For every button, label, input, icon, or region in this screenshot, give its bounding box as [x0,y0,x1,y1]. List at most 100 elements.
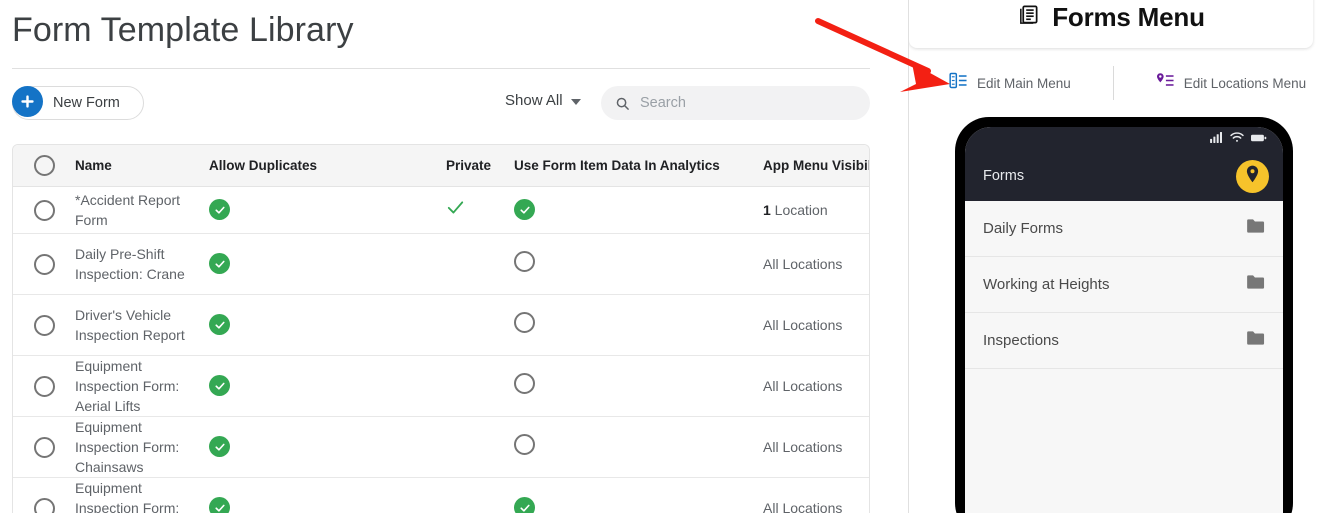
analytics-toggle[interactable] [514,312,535,333]
cell-allow-duplicates [209,497,446,513]
analytics-toggle[interactable] [514,199,535,221]
column-header-allow-duplicates[interactable]: Allow Duplicates [209,158,446,173]
show-all-filter[interactable]: Show All [505,92,581,109]
allow-duplicates-toggle[interactable] [209,497,230,513]
right-panel: Forms Menu Edit Main Menu Edit Locations… [909,0,1319,513]
cell-app-menu-visibility: All Locations [763,378,843,394]
allow-duplicates-toggle[interactable] [209,199,230,221]
row-select-checkbox[interactable] [33,436,55,458]
table-row[interactable]: Equipment Inspection Form: Chainsaws All … [13,417,869,478]
cell-analytics [514,434,763,460]
cell-allow-duplicates [209,199,446,221]
show-all-label: Show All [505,92,563,109]
column-header-analytics[interactable]: Use Form Item Data In Analytics [514,158,763,173]
cell-app-menu-visibility: All Locations [763,439,843,455]
select-all-cell[interactable] [13,155,75,176]
phone-menu-item[interactable]: Daily Forms [965,201,1283,257]
signal-icon [1210,130,1223,148]
search-box[interactable] [601,86,870,120]
row-select-checkbox[interactable] [33,497,55,513]
cell-name: Equipment Inspection Form: Aerial Lifts [75,358,180,414]
phone-location-button[interactable] [1236,159,1269,193]
phone-menu-item-label: Working at Heights [983,276,1110,293]
cell-app-menu-visibility: All Locations [763,317,843,333]
table-body: *Accident Report Form 1 Location Daily Pre… [13,187,869,513]
edit-main-menu-label: Edit Main Menu [977,75,1071,91]
location-list-icon [1156,72,1175,94]
folder-icon [1246,218,1265,239]
table-row[interactable]: *Accident Report Form 1 Location [13,187,869,234]
phone-app-title: Forms [983,168,1025,184]
allow-duplicates-toggle[interactable] [209,253,230,275]
cell-app-menu-visibility: All Locations [763,256,843,272]
screenshot-root: Form Template Library New Form Show All [0,0,1319,513]
edit-main-menu-button[interactable]: Edit Main Menu [949,72,1071,94]
menu-edit-actions: Edit Main Menu Edit Locations Menu [909,60,1319,106]
edit-actions-separator [1112,66,1114,100]
cell-name: Daily Pre-Shift Inspection: Crane [75,246,185,282]
row-select-cell[interactable] [13,253,75,275]
analytics-toggle[interactable] [514,251,535,272]
row-select-cell[interactable] [13,314,75,336]
forms-table: Name Allow Duplicates Private Use Form I… [12,144,870,513]
row-select-cell[interactable] [13,436,75,458]
phone-menu-item-label: Inspections [983,332,1059,349]
table-row[interactable]: Equipment Inspection Form: Excavator All … [13,478,869,513]
table-row[interactable]: Driver's Vehicle Inspection Report All Lo… [13,295,869,356]
edit-locations-menu-label: Edit Locations Menu [1183,75,1307,91]
cell-allow-duplicates [209,314,446,336]
column-header-name[interactable]: Name [75,158,209,173]
edit-locations-menu-button[interactable]: Edit Locations Menu [1156,72,1306,94]
row-select-checkbox[interactable] [33,375,55,397]
toolbar: New Form Show All [0,84,908,124]
allow-duplicates-toggle[interactable] [209,314,230,336]
cell-allow-duplicates [209,253,446,275]
row-select-cell[interactable] [13,375,75,397]
row-select-cell[interactable] [13,199,75,221]
location-pin-icon [1245,165,1260,188]
cell-private [446,198,514,222]
chevron-down-icon [570,98,581,105]
cell-allow-duplicates [209,375,446,397]
page-title: Form Template Library [12,11,354,49]
phone-app-bar: Forms [965,151,1283,201]
cell-analytics [514,373,763,399]
cell-analytics [514,251,763,277]
forms-menu-card: Forms Menu [909,0,1313,48]
phone-menu-item[interactable]: Working at Heights [965,257,1283,313]
new-form-label: New Form [53,95,120,111]
analytics-toggle[interactable] [514,497,535,513]
cell-app-menu-visibility: 1 Location [763,202,828,218]
phone-screen: Forms Daily Forms Working at Heights Inspe… [965,127,1283,513]
table-row[interactable]: Equipment Inspection Form: Aerial Lifts A… [13,356,869,417]
row-select-checkbox[interactable] [33,199,55,221]
cell-name: Equipment Inspection Form: Excavator [75,480,180,513]
analytics-toggle[interactable] [514,434,535,455]
table-row[interactable]: Daily Pre-Shift Inspection: Crane All Loc… [13,234,869,295]
row-select-checkbox[interactable] [33,253,55,275]
cell-name: Equipment Inspection Form: Chainsaws [75,419,180,475]
column-header-private[interactable]: Private [446,158,514,173]
cell-name: *Accident Report Form [75,192,181,228]
row-select-checkbox[interactable] [33,314,55,336]
battery-icon [1251,130,1267,148]
row-select-cell[interactable] [13,497,75,513]
folder-icon [1246,330,1265,351]
cell-analytics [514,199,763,221]
cell-allow-duplicates [209,436,446,458]
analytics-toggle[interactable] [514,373,535,394]
search-input[interactable] [640,95,840,111]
new-form-plus-button[interactable] [12,86,43,117]
allow-duplicates-toggle[interactable] [209,436,230,458]
column-header-app-menu-visibility[interactable]: App Menu Visibility [763,158,869,173]
phone-menu-item[interactable]: Inspections [965,313,1283,369]
phone-list-icon [949,72,968,94]
plus-icon [19,93,36,110]
table-header-row: Name Allow Duplicates Private Use Form I… [13,145,869,187]
phone-preview: Forms Daily Forms Working at Heights Inspe… [955,117,1293,513]
forms-menu-title: Forms Menu [1052,1,1205,32]
private-indicator [446,198,465,217]
select-all-checkbox[interactable] [33,155,55,176]
cell-analytics [514,497,763,513]
allow-duplicates-toggle[interactable] [209,375,230,397]
